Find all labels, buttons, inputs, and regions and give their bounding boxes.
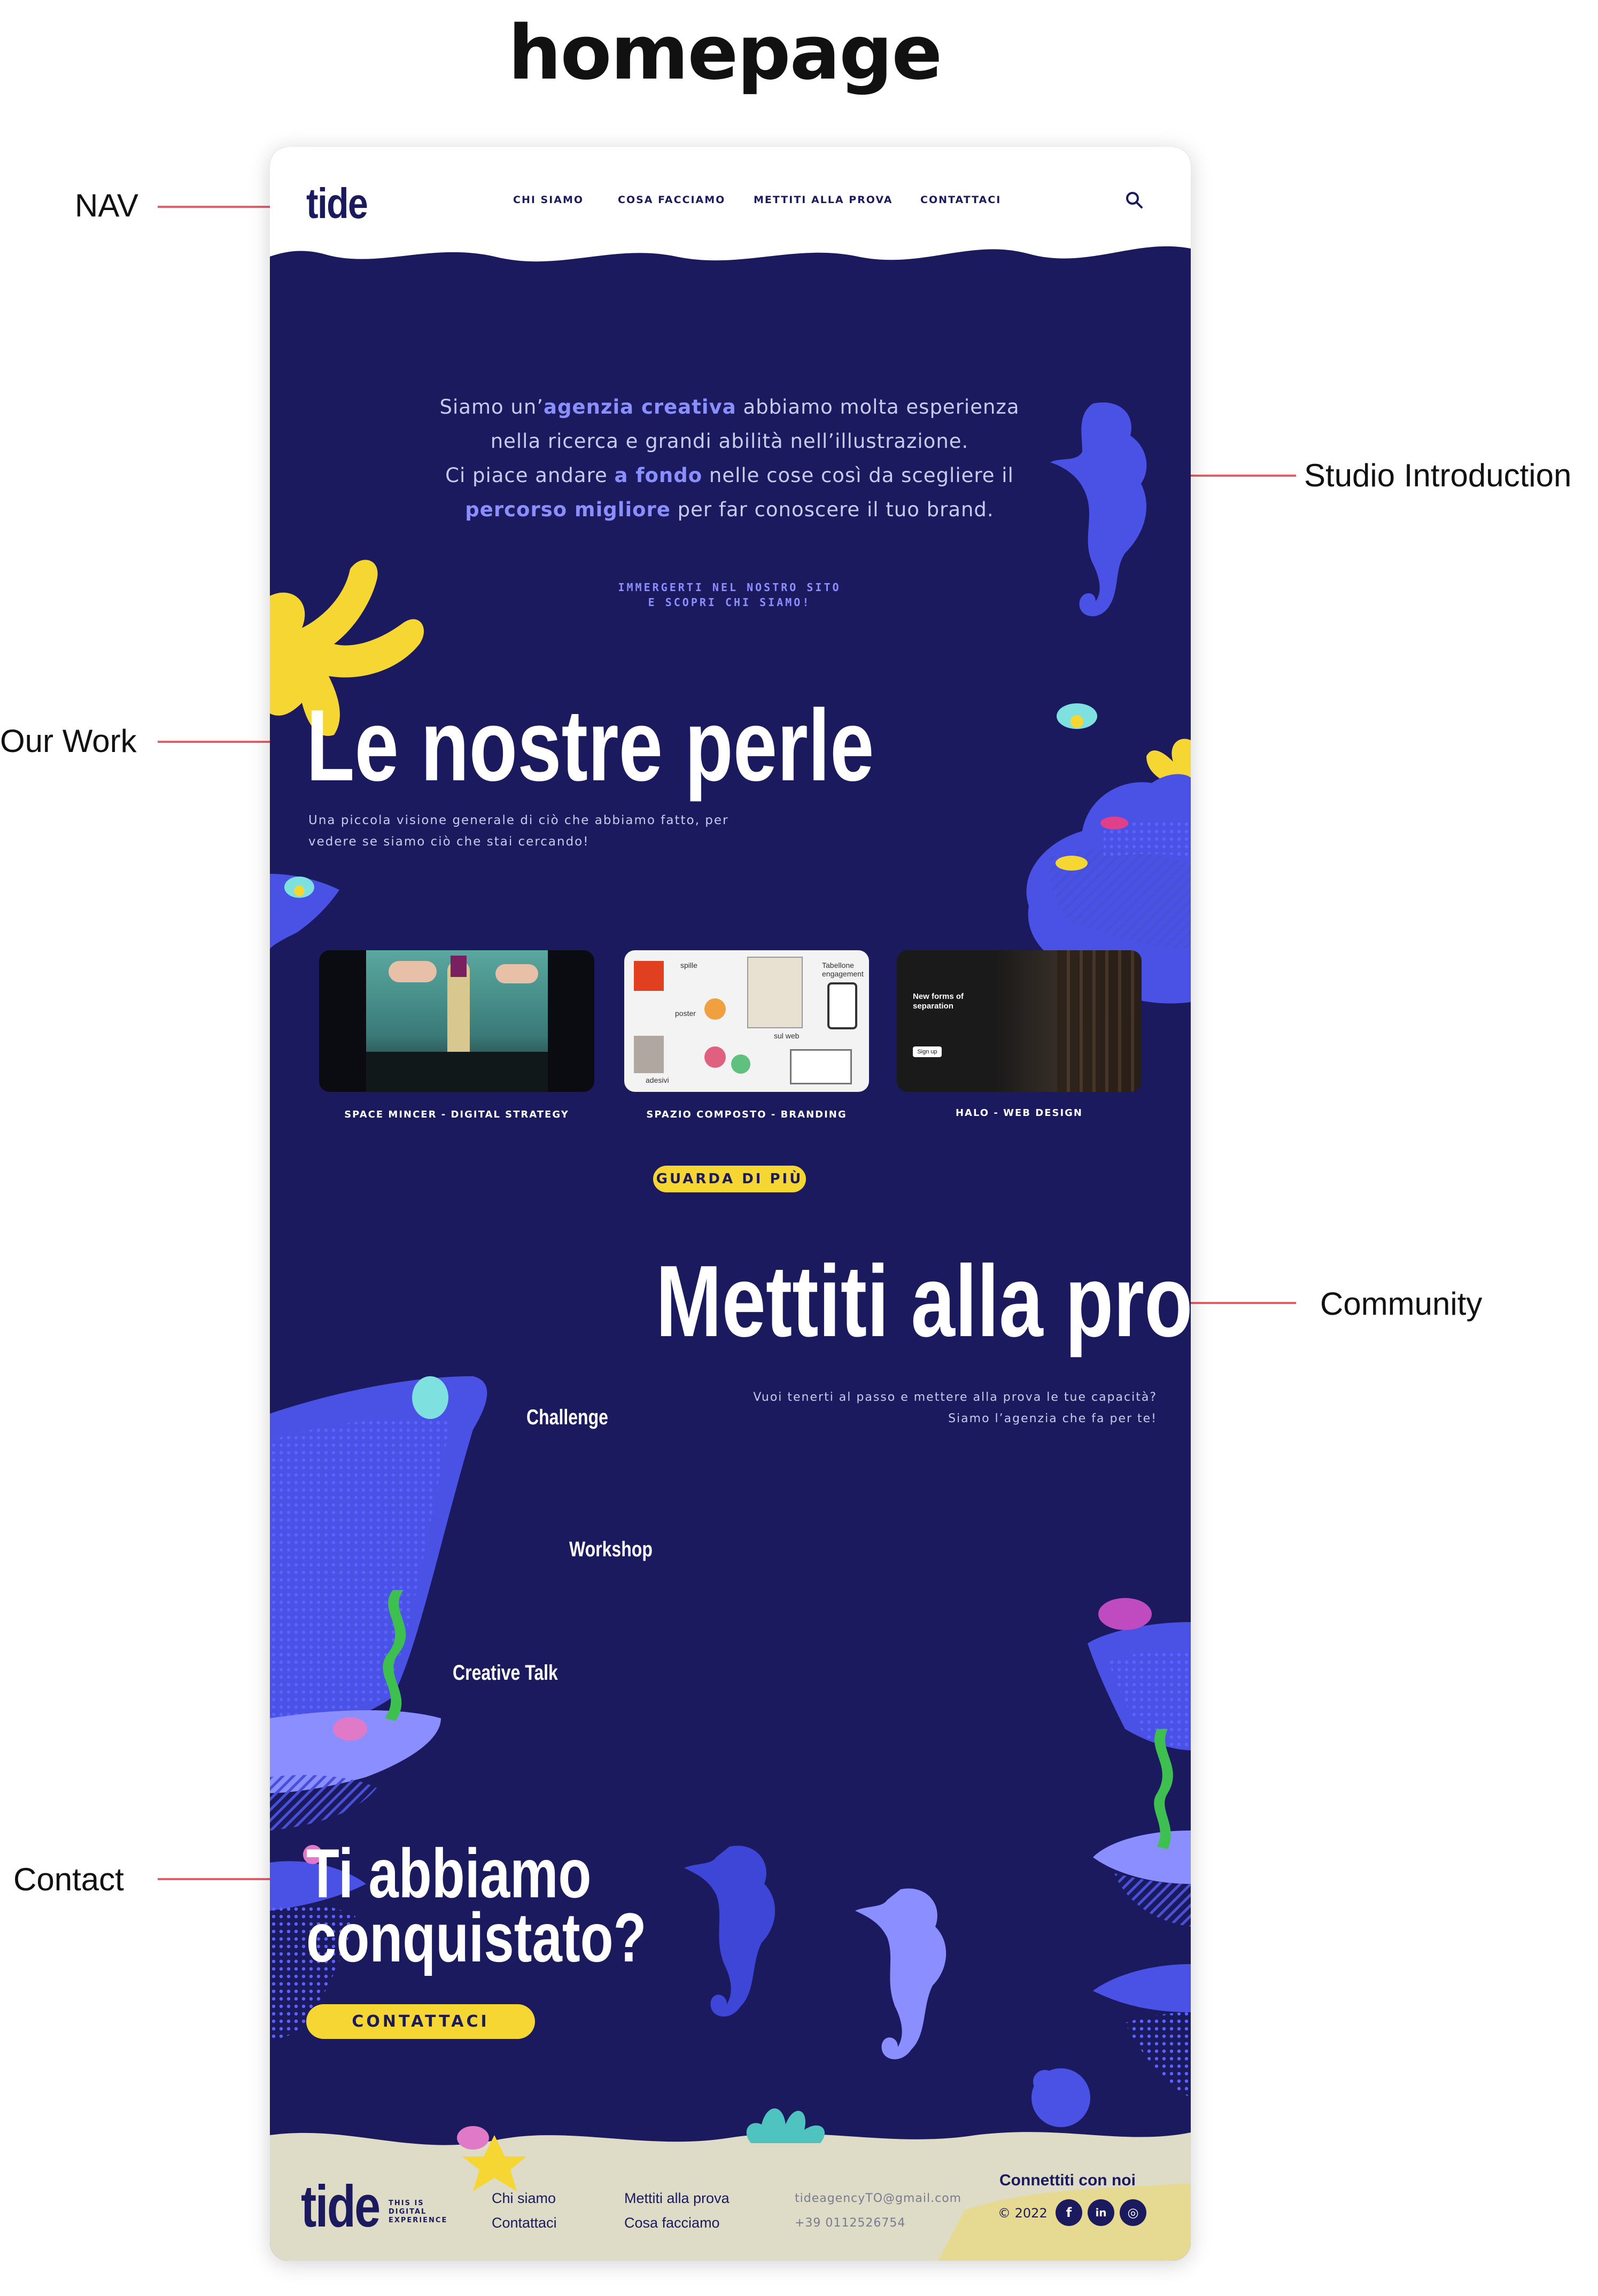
intro-highlight-agenzia: agenzia creativa — [544, 395, 736, 418]
thumb-red — [634, 961, 664, 991]
work-subtitle: Una piccola visione generale di ciò che … — [308, 810, 728, 852]
footer-tagline-line3: EXPERIENCE — [389, 2216, 448, 2224]
tag-spille: spille — [680, 961, 697, 969]
cloud-shape — [495, 964, 538, 983]
footer-email[interactable]: tideagencyTO@gmail.com — [795, 2192, 961, 2205]
tag-poster: poster — [675, 1009, 696, 1018]
bottle-cap-shape — [451, 956, 467, 977]
thumb-laptop — [790, 1049, 852, 1084]
callout-work-line — [158, 741, 289, 743]
work-subtitle-line1: Una piccola visione generale di ciò che … — [308, 813, 729, 827]
thumb-badge — [704, 1046, 726, 1068]
callout-nav-line — [158, 206, 289, 208]
nav-link-cosa-facciamo[interactable]: Cosa facciamo — [618, 194, 725, 206]
footer-link-contattaci[interactable]: Contattaci — [492, 2215, 557, 2231]
footer-tagline: THIS IS DIGITAL EXPERIENCE — [389, 2199, 447, 2225]
cloud-shape — [389, 961, 437, 982]
thumb-badge — [731, 1054, 750, 1074]
intro-cta[interactable]: Immergerti nel nostro sito e scopri chi … — [548, 580, 911, 610]
callout-contact-line — [158, 1878, 289, 1880]
footer-link-mettiti-alla-prova[interactable]: Mettiti alla prova — [624, 2190, 730, 2207]
footer-tagline-line2: DIGITAL — [389, 2208, 427, 2216]
work-card-spazio-composto[interactable]: spille Tabellone engagement poster sul w… — [624, 950, 869, 1092]
callout-community: Community — [1320, 1286, 1483, 1322]
work-card-label-2[interactable]: Spazio Composto - Branding — [624, 1109, 869, 1120]
footer-logo[interactable]: tide — [301, 2173, 381, 2240]
thumb-board — [747, 957, 803, 1028]
callout-nav: NAV — [75, 188, 138, 223]
callout-our-work: Our Work — [0, 723, 137, 759]
nav-link-mettiti-alla-prova[interactable]: Mettiti alla prova — [754, 194, 893, 206]
intro-line3-c: nelle cose così da scegliere il — [702, 464, 1014, 487]
contattaci-button[interactable]: Contattaci — [306, 2004, 535, 2039]
instagram-icon[interactable]: ◎ — [1120, 2199, 1146, 2226]
community-title: Mettiti alla prova — [656, 1245, 1191, 1358]
tag-adesivi: adesivi — [646, 1076, 669, 1084]
work-card-label-1[interactable]: Space Mincer - Digital Strategy — [319, 1109, 594, 1120]
halo-signup-button: Sign up — [913, 1046, 942, 1057]
linkedin-icon[interactable]: in — [1088, 2199, 1114, 2226]
community-text-line1: Vuoi tenerti al passo e mettere alla pro… — [753, 1391, 1157, 1404]
footer-phone[interactable]: +39 0112526754 — [795, 2216, 905, 2230]
community-item-challenge[interactable]: Challenge — [526, 1406, 608, 1430]
community-text-line2: Siamo l’agenzia che fa per te! — [948, 1412, 1157, 1425]
community-item-creative-talk[interactable]: Creative Talk — [453, 1661, 558, 1685]
intro-cta-line2: e scopri chi siamo! — [648, 596, 811, 609]
thumb-phone — [827, 982, 857, 1029]
callout-contact: Contact — [13, 1861, 124, 1897]
tag-tabellone: Tabellone engagement — [822, 961, 864, 978]
intro-highlight-percorso: percorso migliore — [465, 498, 671, 521]
intro-paragraph: Siamo un’agenzia creativa abbiamo molta … — [414, 390, 1045, 527]
footer-link-chi-siamo[interactable]: Chi siamo — [492, 2190, 556, 2207]
intro-line4-b: per far conoscere il tuo brand. — [670, 498, 994, 521]
nav-logo[interactable]: tide — [306, 179, 368, 228]
footer-copyright: © 2022 — [998, 2206, 1048, 2221]
nav-link-contattaci[interactable]: Contattaci — [920, 194, 1001, 206]
footer-link-cosa-facciamo[interactable]: Cosa facciamo — [624, 2215, 720, 2231]
community-item-workshop[interactable]: Workshop — [569, 1538, 653, 1562]
tag-sul-web: sul web — [774, 1031, 800, 1040]
intro-line3-a: Ci piace andare — [445, 464, 615, 487]
guarda-di-piu-button[interactable]: Guarda di più — [653, 1166, 806, 1192]
callout-studio-intro: Studio Introduction — [1304, 457, 1572, 493]
contact-title-line1: Ti abbiamo — [306, 1834, 592, 1912]
footer-tagline-line1: THIS IS — [389, 2199, 424, 2207]
intro-line2: nella ricerca e grandi abilità nell’illu… — [490, 430, 969, 453]
work-subtitle-line2: vedere se siamo ciò che stai cercando! — [308, 835, 589, 849]
thumb-badge — [704, 998, 726, 1020]
intro-line1-a: Siamo un’ — [439, 395, 544, 418]
search-icon[interactable] — [1125, 191, 1143, 209]
contact-title-line2: conquistato? — [306, 1898, 647, 1976]
work-card-space-mincer[interactable] — [319, 950, 594, 1092]
page-title: homepage — [508, 10, 943, 97]
work-card-label-3[interactable]: Halo - Web Design — [897, 1107, 1142, 1119]
intro-cta-line1: Immergerti nel nostro sito — [618, 581, 841, 594]
facebook-icon[interactable]: f — [1056, 2199, 1082, 2226]
community-text: Vuoi tenerti al passo e mettere alla pro… — [751, 1387, 1157, 1430]
intro-line1-c: abbiamo molta esperienza — [736, 395, 1020, 418]
site-mockup: tide Chi siamo Cosa facciamo Mettiti all… — [270, 147, 1191, 2261]
contact-title: Ti abbiamo conquistato? — [306, 1834, 647, 1976]
city-silhouette — [366, 1052, 548, 1092]
work-card-halo[interactable]: New forms of separation Sign up — [897, 950, 1142, 1092]
footer-connect-label: Connettiti con noi — [999, 2171, 1136, 2189]
work-title: Le nostre perle — [306, 689, 874, 802]
thumb-grey — [634, 1036, 664, 1073]
nav-link-chi-siamo[interactable]: Chi siamo — [513, 194, 584, 206]
halo-headline: New forms of separation — [913, 992, 964, 1011]
intro-highlight-fondo: a fondo — [614, 464, 703, 487]
halo-window-shadow — [1057, 950, 1142, 1092]
